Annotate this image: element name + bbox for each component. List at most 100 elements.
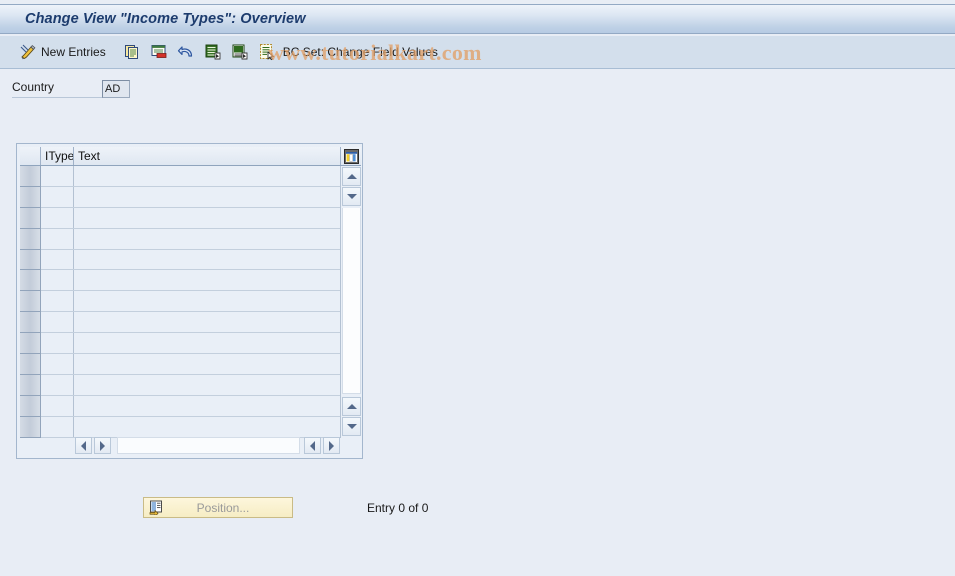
undo-icon[interactable] [176,42,196,62]
row-select-cell[interactable] [20,207,41,229]
row-select-cell[interactable] [20,228,41,250]
cell-ityp[interactable] [41,333,74,354]
row-select-cell[interactable] [20,416,41,438]
deselect-all-icon[interactable] [230,42,250,62]
table-footer: Position... Entry 0 of 0 [0,497,955,518]
table-row[interactable] [20,416,340,438]
cell-ityp[interactable] [41,166,74,186]
row-select-cell[interactable] [20,166,41,187]
copy-icon[interactable] [122,42,142,62]
table-vertical-scrollbar[interactable] [340,166,361,438]
cell-text[interactable] [74,249,340,270]
row-select-cell[interactable] [20,249,41,271]
cell-ityp[interactable] [41,374,74,395]
cell-text[interactable] [74,166,340,186]
cell-ityp[interactable] [41,207,74,228]
scroll-left-button[interactable] [75,437,92,454]
entry-count-label: Entry 0 of 0 [367,500,429,515]
cell-ityp[interactable] [41,416,74,437]
cell-text[interactable] [74,270,340,291]
table-row[interactable] [20,228,340,250]
scroll-down-icon-bottom [346,424,357,429]
table-row[interactable] [20,395,340,417]
row-select-cell[interactable] [20,374,41,396]
row-select-cell[interactable] [20,291,41,313]
application-toolbar: New Entries BC Set: Change Field Values [0,36,955,69]
table-row[interactable] [20,270,340,292]
page-title: Change View "Income Types": Overview [25,11,306,27]
scroll-right-button-end[interactable] [323,437,340,454]
table-row[interactable] [20,166,340,187]
scroll-right-icon-end [329,440,334,451]
table-header-row: IType Text [20,147,361,166]
position-button-label: Position... [196,500,250,515]
scroll-up-button[interactable] [342,167,361,186]
scroll-left-icon [81,440,86,451]
select-all-icon[interactable] [203,42,223,62]
cell-text[interactable] [74,228,340,249]
cell-ityp[interactable] [41,312,74,333]
country-label: Country [12,80,102,98]
table-horizontal-scrollbar[interactable] [75,436,340,455]
row-select-cell[interactable] [20,333,41,355]
cell-text[interactable] [74,374,340,395]
scroll-up-icon-bottom [346,404,357,409]
details-icon[interactable] [257,42,277,62]
scroll-down-button-bottom[interactable] [342,417,361,436]
cell-ityp[interactable] [41,186,74,207]
cell-ityp[interactable] [41,291,74,312]
scroll-right-icon [100,440,105,451]
table-settings-icon[interactable] [341,147,361,165]
table-header-ityp[interactable]: IType [41,147,74,165]
table-body [20,166,340,438]
table-header-select-all[interactable] [20,147,41,165]
bc-set-label[interactable]: BC Set: Change Field Values [283,45,438,59]
table-row[interactable] [20,249,340,271]
scroll-down-icon [346,194,357,199]
scroll-left-icon-end [310,440,315,451]
row-select-cell[interactable] [20,354,41,375]
table-row[interactable] [20,186,340,208]
cell-text[interactable] [74,291,340,312]
delete-icon[interactable] [149,42,169,62]
cell-text[interactable] [74,333,340,354]
cell-ityp[interactable] [41,228,74,249]
cell-ityp[interactable] [41,395,74,416]
horizontal-scroll-track[interactable] [117,437,300,454]
cell-text[interactable] [74,207,340,228]
table-row[interactable] [20,333,340,355]
cell-text[interactable] [74,312,340,333]
country-selection-row: Country [12,80,130,98]
scroll-left-button-end[interactable] [304,437,321,454]
cell-text[interactable] [74,186,340,207]
row-select-cell[interactable] [20,395,41,417]
table-row[interactable] [20,354,340,375]
cell-text[interactable] [74,416,340,437]
table-row[interactable] [20,312,340,334]
table-header-text[interactable]: Text [74,147,341,165]
cell-text[interactable] [74,395,340,416]
row-select-cell[interactable] [20,270,41,292]
cell-ityp[interactable] [41,270,74,291]
income-types-table: IType Text [16,143,363,459]
scroll-up-button-bottom[interactable] [342,397,361,416]
scroll-down-button[interactable] [342,187,361,206]
position-button[interactable]: Position... [143,497,293,518]
cell-text[interactable] [74,354,340,374]
position-icon [148,500,164,516]
country-input[interactable] [102,80,130,98]
new-entries-label: New Entries [41,45,106,59]
table-row[interactable] [20,207,340,229]
row-select-cell[interactable] [20,312,41,334]
cell-ityp[interactable] [41,249,74,270]
cell-ityp[interactable] [41,354,74,374]
window-title-bar: Change View "Income Types": Overview [0,4,955,34]
table-row[interactable] [20,291,340,313]
row-select-cell[interactable] [20,186,41,208]
table-row[interactable] [20,374,340,396]
scroll-right-button[interactable] [94,437,111,454]
new-entries-button[interactable]: New Entries [18,41,116,63]
scroll-up-icon [346,174,357,179]
vertical-scroll-track[interactable] [342,208,361,394]
pencil-icon [18,42,38,62]
